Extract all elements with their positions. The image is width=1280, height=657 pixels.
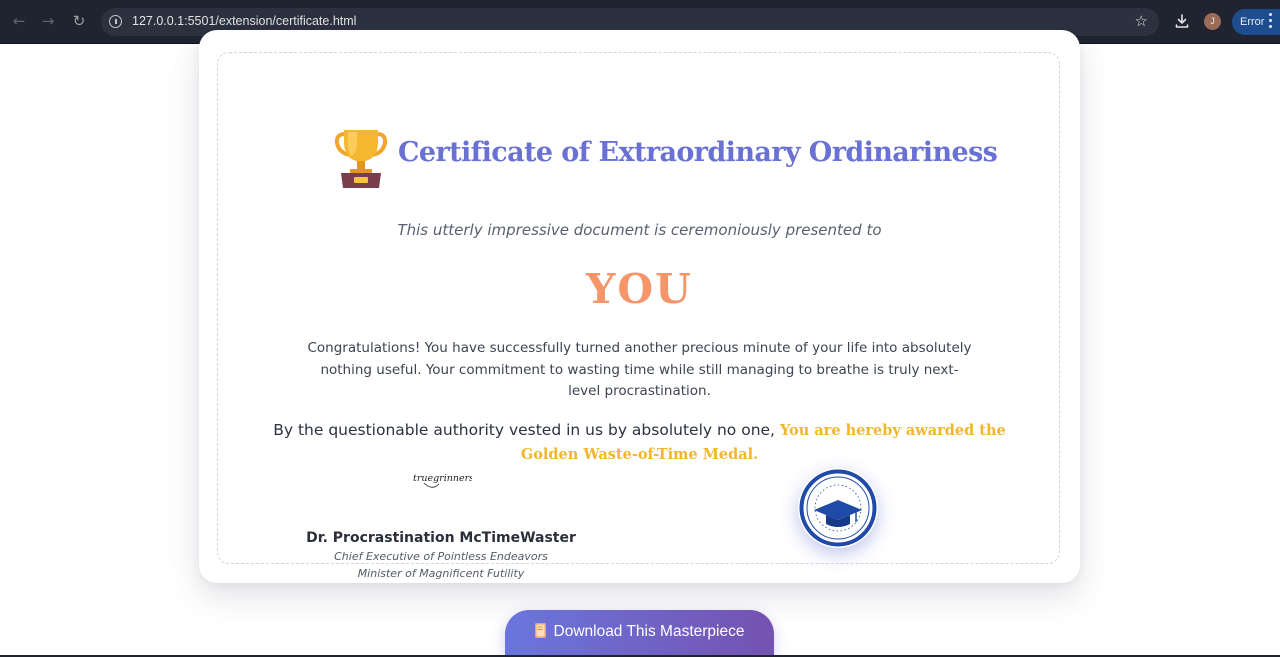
signer-name: Dr. Procrastination McTimeWaster [306,530,576,546]
reload-icon[interactable]: ↻ [70,12,88,30]
download-button[interactable]: Download This Masterpiece [505,610,774,657]
forward-arrow-icon[interactable]: → [39,12,57,30]
back-arrow-icon[interactable]: ← [10,12,28,30]
congratulations-text: Congratulations! You have successfully t… [307,340,972,399]
authority-text: By the questionable authority vested in … [273,421,775,439]
graduation-cap-seal [799,469,877,547]
profile-avatar[interactable]: J [1204,13,1221,30]
recipient-name: YOU [586,265,693,313]
certificate-card: Certificate of Extraordinary Ordinarines… [199,30,1080,583]
authority-statement: By the questionable authority vested in … [246,419,1033,466]
trophy-icon [335,130,387,188]
presented-to-text: This utterly impressive document is cere… [397,221,882,239]
download-icon[interactable] [1174,13,1190,29]
signature-image: truegrinners [413,473,472,488]
certificate-border: Certificate of Extraordinary Ordinarines… [217,52,1060,580]
certificate-title: Certificate of Extraordinary Ordinarines… [398,137,998,168]
menu-kebab-icon[interactable] [1269,13,1273,29]
book-icon [534,623,546,638]
signer-title: Minister of Magnificent Futility [357,567,525,580]
signer-title: Chief Executive of Pointless Endeavors [334,550,548,563]
bookmark-star-icon[interactable]: ☆ [1135,12,1148,30]
svg-text:truegrinners: truegrinners [413,473,472,484]
url-text[interactable]: 127.0.0.1:5501/extension/certificate.htm… [132,14,356,28]
info-icon[interactable] [109,15,122,28]
download-button-label: Download This Masterpiece [553,623,745,640]
